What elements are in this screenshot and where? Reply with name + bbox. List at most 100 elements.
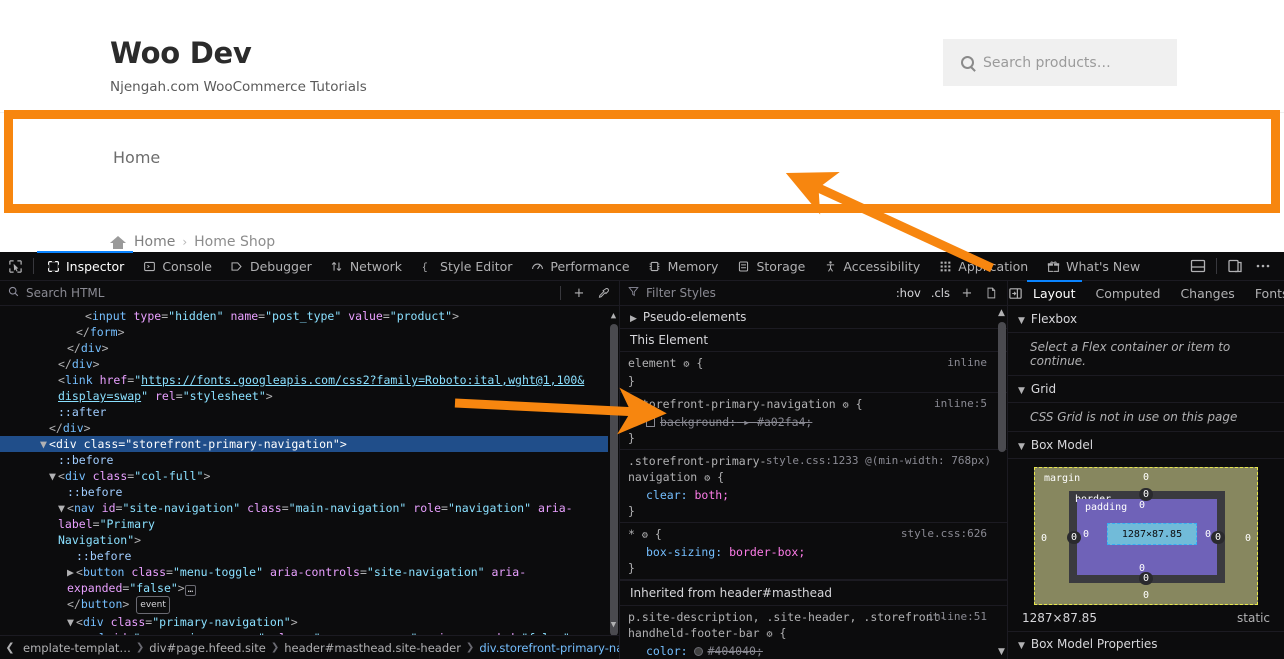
grid-section-header[interactable]: ▼ Grid xyxy=(1008,376,1284,403)
tab-whats-new[interactable]: What's New xyxy=(1037,252,1149,280)
markup-line[interactable]: ▼ <div class="primary-navigation"> xyxy=(0,614,619,630)
markup-scrollbar[interactable]: ▲ ▼ xyxy=(608,306,619,635)
markup-line[interactable]: display=swap" rel="stylesheet"> xyxy=(0,388,619,404)
markup-twisty-icon[interactable]: ▼ xyxy=(40,436,49,452)
markup-scroll-thumb[interactable] xyxy=(610,324,618,635)
element-picker-icon[interactable] xyxy=(0,252,30,280)
markup-line[interactable]: </div> xyxy=(0,340,619,356)
rule-element-gear-icon[interactable]: ⚙ xyxy=(683,357,689,373)
tab-performance[interactable]: Performance xyxy=(521,252,638,280)
tab-memory[interactable]: Memory xyxy=(639,252,728,280)
tab-inspector[interactable]: Inspector xyxy=(37,251,134,280)
rule-universal[interactable]: * ⚙ { style.css:626 box-sizing: border-b… xyxy=(620,523,1007,580)
markup-twisty-icon[interactable]: ▼ xyxy=(67,614,76,630)
layout-tab-computed[interactable]: Computed xyxy=(1086,281,1171,305)
box-model-content-box[interactable]: 1287×87.85 xyxy=(1107,523,1197,545)
rule-universal-property[interactable]: box-sizing: xyxy=(646,545,722,559)
rules-scroll-thumb[interactable] xyxy=(998,322,1006,452)
box-model-content-size[interactable]: 1287×87.85 xyxy=(1122,529,1182,540)
breadcrumb-node-1[interactable]: div#page.hfeed.site xyxy=(144,641,271,655)
rule-inherited-value[interactable]: #404040; xyxy=(707,644,762,658)
markup-twisty-icon[interactable]: ▼ xyxy=(76,630,85,635)
markup-line[interactable]: <link href="https://fonts.googleapis.com… xyxy=(0,372,619,388)
breadcrumb-node-3[interactable]: div.storefront-primary-navigation xyxy=(474,641,619,655)
rule-media-gear-icon[interactable]: ⚙ xyxy=(704,471,710,487)
markup-line[interactable]: </div> xyxy=(0,356,619,372)
box-model-margin-box[interactable]: margin 0 0 0 0 border padding 0 0 0 xyxy=(1034,467,1258,605)
layout-tab-layout[interactable]: Layout xyxy=(1023,280,1086,305)
print-styles-icon[interactable] xyxy=(981,283,1001,303)
rule-media-selector-line1[interactable]: .storefront-primary- xyxy=(628,454,766,468)
box-model-padding-left[interactable]: 0 xyxy=(1083,529,1089,540)
tab-application[interactable]: Application xyxy=(929,252,1037,280)
rules-scrollbar[interactable]: ▲ ▼ xyxy=(996,306,1007,659)
tab-style-editor[interactable]: { } Style Editor xyxy=(411,252,521,280)
scroll-up-icon[interactable]: ▲ xyxy=(609,308,618,324)
box-model-border-bottom[interactable]: 0 xyxy=(1139,572,1154,585)
hov-button[interactable]: :hov xyxy=(893,283,924,303)
add-node-icon[interactable]: + xyxy=(569,283,589,303)
breadcrumb-home[interactable]: Home xyxy=(134,234,175,250)
box-model-border-left[interactable]: 0 xyxy=(1067,531,1082,544)
layout-tab-fonts[interactable]: Fonts xyxy=(1245,281,1284,305)
box-model-border-right[interactable]: 0 xyxy=(1210,531,1225,544)
rule-highlighted-source[interactable]: inline:5 xyxy=(934,396,987,412)
rule-highlighted-value[interactable]: #a02fa4; xyxy=(757,415,812,429)
rule-media-query[interactable]: .storefront-primary- style.css:1233 @(mi… xyxy=(620,450,1007,523)
rules-scroll-up-icon[interactable]: ▲ xyxy=(997,308,1006,318)
markup-line[interactable]: ::before xyxy=(0,484,619,500)
box-model-padding-top[interactable]: 0 xyxy=(1139,500,1145,511)
box-model-margin-right[interactable]: 0 xyxy=(1245,533,1251,544)
rule-universal-gear-icon[interactable]: ⚙ xyxy=(642,528,648,544)
markup-line[interactable]: ▶ <button class="menu-toggle" aria-contro… xyxy=(0,564,619,596)
markup-twisty-icon[interactable]: ▶ xyxy=(67,564,76,580)
box-model-border-box[interactable]: border padding 0 0 0 0 1287×87.85 xyxy=(1069,491,1225,583)
box-model-padding-box[interactable]: padding 0 0 0 0 1287×87.85 xyxy=(1077,499,1217,575)
flexbox-twisty-icon[interactable]: ▼ xyxy=(1018,316,1025,326)
breadcrumb-node-0[interactable]: emplate-templat… xyxy=(18,641,136,655)
box-model-section-header[interactable]: ▼ Box Model xyxy=(1008,432,1284,459)
rule-universal-selector[interactable]: * xyxy=(628,527,635,541)
dock-position-icon[interactable] xyxy=(1222,254,1248,278)
markup-line[interactable]: ::before xyxy=(0,452,619,468)
add-rule-icon[interactable]: + xyxy=(957,283,977,303)
markup-line[interactable]: </div> xyxy=(0,420,619,436)
pseudo-elements-section[interactable]: ▶ Pseudo-elements xyxy=(620,306,1007,329)
grid-twisty-icon[interactable]: ▼ xyxy=(1018,386,1025,396)
cls-button[interactable]: .cls xyxy=(928,283,953,303)
rule-inherited-property[interactable]: color: xyxy=(646,644,688,658)
rule-inherited-site-description[interactable]: p.site-description, .site-header, .store… xyxy=(620,606,1007,659)
rule-inherited-source[interactable]: inline:51 xyxy=(927,609,987,625)
rule-inherited-selector-line1[interactable]: p.site-description, .site-header, .store… xyxy=(628,610,947,624)
rule-universal-value[interactable]: border-box; xyxy=(729,545,805,559)
box-model-margin-bottom[interactable]: 0 xyxy=(1143,590,1149,601)
rule-media-selector-line2[interactable]: navigation xyxy=(628,470,697,484)
rule-universal-source[interactable]: style.css:626 xyxy=(901,526,987,542)
color-swatch[interactable] xyxy=(694,647,704,656)
rule-element-source[interactable]: inline xyxy=(947,355,987,371)
box-model-properties-header[interactable]: ▼ Box Model Properties xyxy=(1008,631,1284,656)
flexbox-section-header[interactable]: ▼ Flexbox xyxy=(1008,306,1284,333)
markup-search-input[interactable]: Search HTML xyxy=(26,286,104,300)
box-model-twisty-icon[interactable]: ▼ xyxy=(1018,442,1025,452)
rule-inherited-gear-icon[interactable]: ⚙ xyxy=(767,627,773,643)
markup-line[interactable]: ▼<ul id="menu-primary-menu" class="menu … xyxy=(0,630,619,635)
rule-inherited-selector-line2[interactable]: handheld-footer-bar xyxy=(628,626,760,640)
rule-media-value[interactable]: both; xyxy=(694,488,729,502)
markup-line[interactable]: <input type="hidden" name="post_type" va… xyxy=(0,308,619,324)
layout-tab-changes[interactable]: Changes xyxy=(1170,281,1244,305)
box-model-properties-twisty-icon[interactable]: ▼ xyxy=(1018,641,1025,651)
tab-console[interactable]: Console xyxy=(133,252,221,280)
markup-line[interactable]: ::after xyxy=(0,404,619,420)
rule-highlighted-property[interactable]: background: xyxy=(660,415,736,429)
eyedropper-icon[interactable] xyxy=(593,283,613,303)
tab-network[interactable]: Network xyxy=(321,252,411,280)
product-search-box[interactable]: Search products… xyxy=(943,39,1177,86)
rule-element-inline[interactable]: element ⚙ { inline } xyxy=(620,352,1007,393)
styles-filter-input[interactable]: Filter Styles xyxy=(646,286,716,300)
rule-media-source[interactable]: style.css:1233 @(min-width: 768px) xyxy=(766,453,991,469)
markup-twisty-icon[interactable]: ▼ xyxy=(58,500,67,516)
box-model-border-top[interactable]: 0 xyxy=(1139,488,1154,501)
toggle-sidebar-icon[interactable] xyxy=(1008,281,1023,305)
rule-highlighted-selector[interactable]: .storefront-primary-navigation xyxy=(628,397,836,411)
